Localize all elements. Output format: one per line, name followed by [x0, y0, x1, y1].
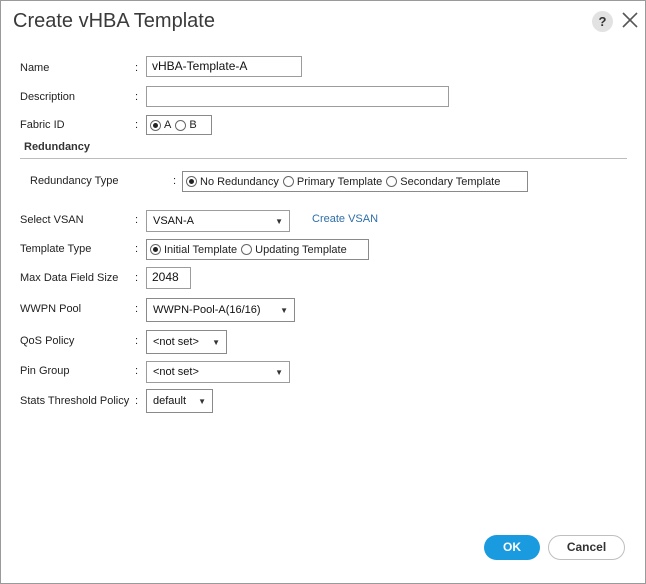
wwpn-pool-colon: :	[135, 303, 139, 315]
template-type-colon: :	[135, 243, 139, 255]
ok-button[interactable]: OK	[484, 535, 540, 560]
max-data-field-size-label: Max Data Field Size	[20, 272, 119, 284]
primary-template-radio[interactable]: Primary Template	[282, 176, 382, 188]
help-button[interactable]: ?	[592, 11, 613, 32]
radio-selected-icon	[186, 176, 197, 187]
description-colon: :	[135, 91, 139, 103]
select-vsan-label: Select VSAN	[20, 214, 84, 226]
dropdown-arrow-icon: ▼	[275, 367, 283, 377]
qos-policy-select[interactable]: <not set> ▼	[146, 330, 227, 354]
radio-unselected-icon	[282, 176, 294, 187]
wwpn-pool-select[interactable]: WWPN-Pool-A(16/16) ▼	[146, 298, 295, 322]
create-vsan-link[interactable]: Create VSAN	[312, 213, 378, 225]
section-divider	[20, 158, 627, 159]
dropdown-arrow-icon: ▼	[198, 396, 206, 406]
stats-threshold-policy-colon: :	[135, 395, 139, 407]
qos-policy-label: QoS Policy	[20, 335, 75, 347]
description-field[interactable]	[146, 86, 449, 107]
max-data-field-size-colon: :	[135, 272, 139, 284]
wwpn-pool-label: WWPN Pool	[20, 303, 82, 315]
name-colon: :	[135, 62, 139, 74]
dropdown-arrow-icon: ▼	[212, 337, 220, 347]
name-field[interactable]: vHBA-Template-A	[146, 56, 302, 77]
stats-threshold-policy-select[interactable]: default ▼	[146, 389, 213, 413]
radio-unselected-icon	[241, 244, 253, 255]
radio-unselected-icon	[386, 176, 398, 187]
radio-selected-icon	[150, 244, 161, 255]
fabric-b-radio[interactable]: B	[175, 119, 197, 131]
pin-group-select[interactable]: <not set> ▼	[146, 361, 290, 383]
description-label: Description	[20, 91, 76, 103]
dropdown-arrow-icon: ▼	[280, 305, 288, 315]
redundancy-type-label: Redundancy Type	[30, 175, 119, 187]
qos-policy-colon: :	[135, 335, 139, 347]
redundancy-type-radio-group: No Redundancy Primary Template Secondary…	[182, 171, 528, 192]
template-type-label: Template Type	[20, 243, 92, 255]
updating-template-radio[interactable]: Updating Template	[241, 244, 347, 256]
template-type-radio-group: Initial Template Updating Template	[146, 239, 369, 260]
create-vhba-template-dialog: Create vHBA Template ? Name : vHBA-Templ…	[0, 0, 646, 584]
redundancy-section-title: Redundancy	[24, 141, 91, 153]
radio-unselected-icon	[175, 119, 187, 131]
initial-template-radio[interactable]: Initial Template	[150, 244, 237, 256]
stats-threshold-policy-label: Stats Threshold Policy	[20, 395, 130, 407]
pin-group-label: Pin Group	[20, 365, 70, 377]
vsan-select[interactable]: VSAN-A ▼	[146, 210, 290, 232]
fabric-id-label: Fabric ID	[20, 119, 65, 131]
select-vsan-colon: :	[135, 214, 139, 226]
fabric-id-colon: :	[135, 119, 139, 131]
dropdown-arrow-icon: ▼	[275, 216, 283, 226]
redundancy-type-colon: :	[173, 175, 177, 187]
cancel-button[interactable]: Cancel	[548, 535, 625, 560]
close-icon[interactable]	[620, 9, 640, 31]
fabric-id-radio-group: A B	[146, 115, 212, 135]
fabric-a-radio[interactable]: A	[150, 119, 171, 131]
secondary-template-radio[interactable]: Secondary Template	[386, 176, 500, 188]
dialog-title: Create vHBA Template	[13, 10, 215, 32]
radio-selected-icon	[150, 119, 161, 131]
max-data-field-size-field[interactable]: 2048	[146, 267, 191, 289]
pin-group-colon: :	[135, 365, 139, 377]
no-redundancy-radio[interactable]: No Redundancy	[186, 176, 279, 188]
name-label: Name	[20, 62, 50, 74]
